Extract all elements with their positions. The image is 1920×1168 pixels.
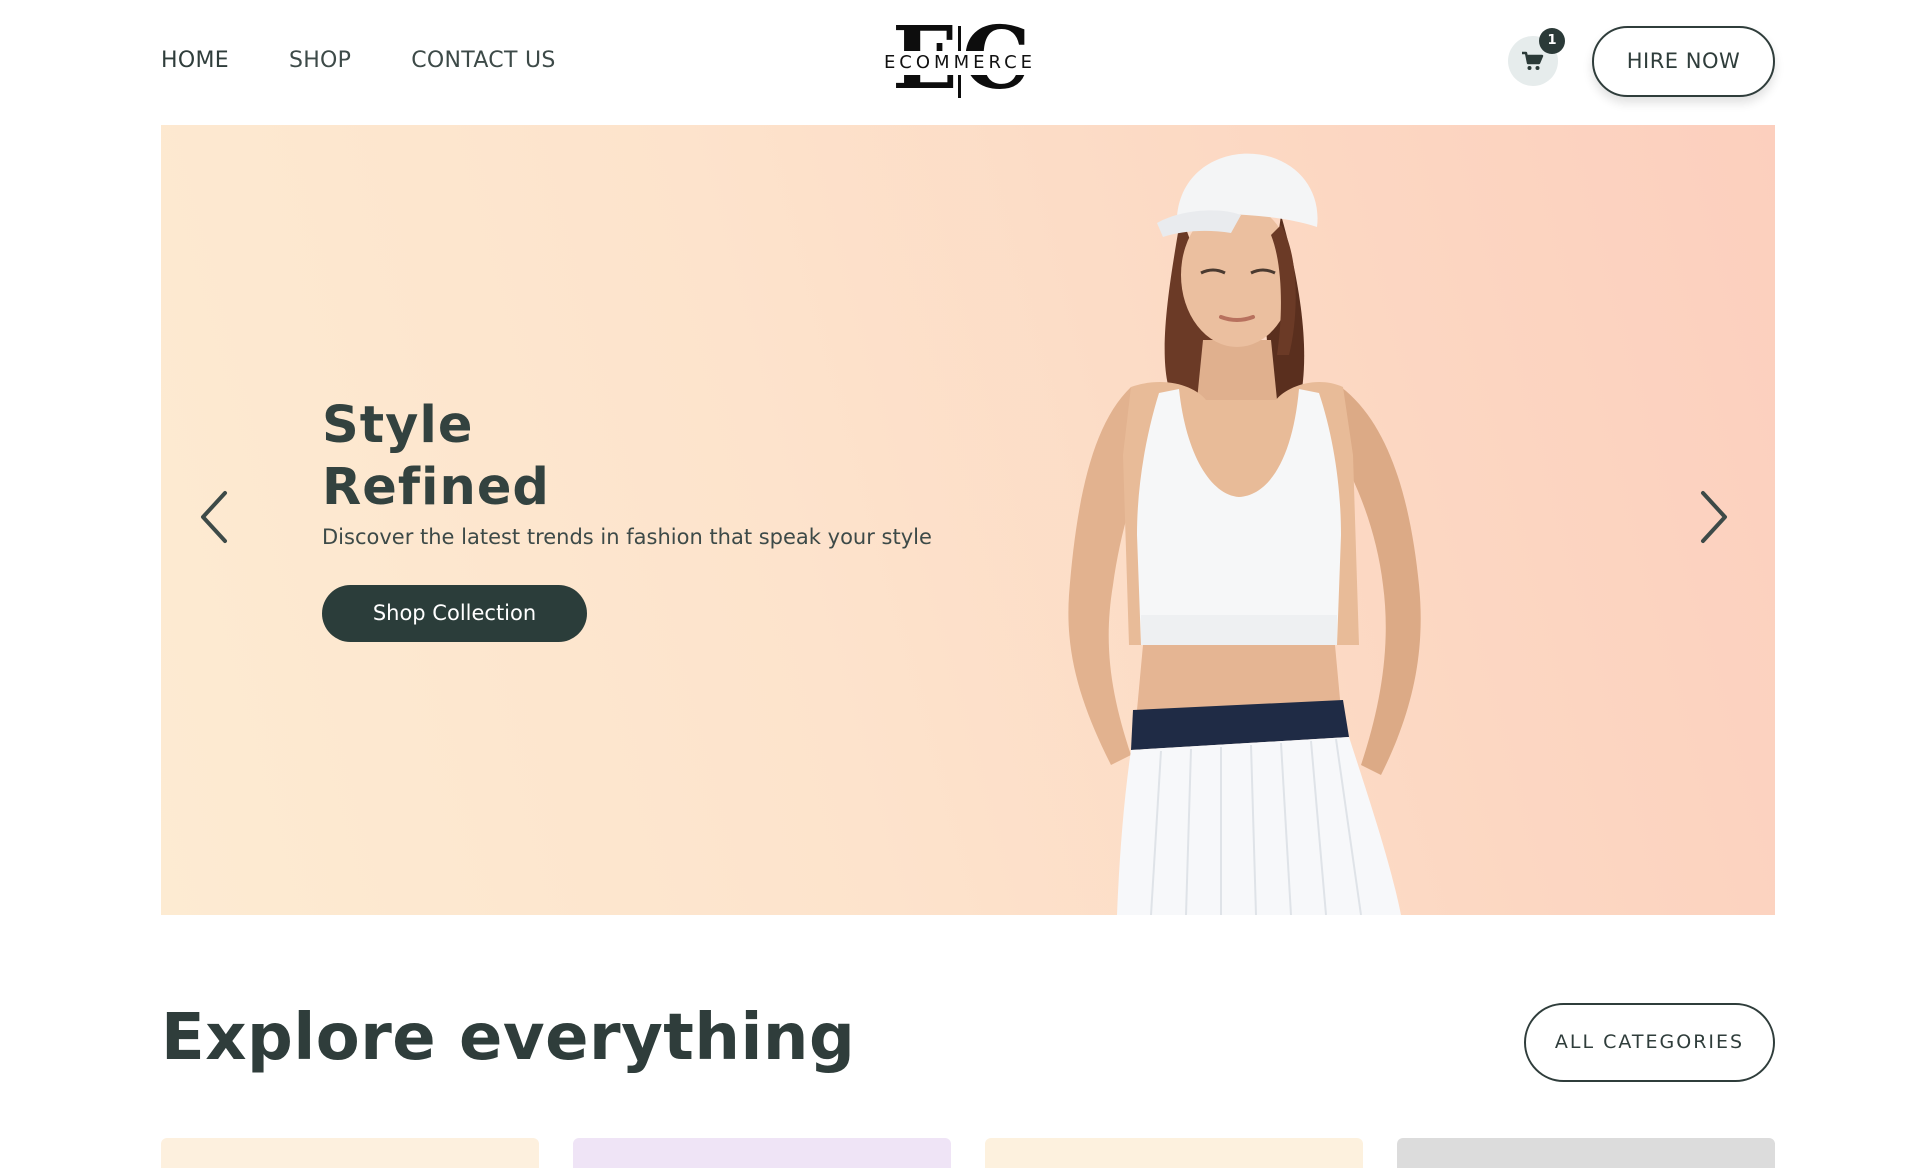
all-categories-button[interactable]: ALL CATEGORIES xyxy=(1524,1003,1775,1082)
main-nav: HOME SHOP CONTACT US xyxy=(161,46,556,76)
explore-section-title: Explore everything xyxy=(161,1001,856,1075)
nav-home-link[interactable]: HOME xyxy=(161,46,229,76)
shop-collection-button[interactable]: Shop Collection xyxy=(322,585,587,642)
carousel-next-button[interactable] xyxy=(1693,487,1733,547)
site-header: HOME SHOP CONTACT US E C ECOMMERCE 1 HIR… xyxy=(0,0,1920,124)
hero-subtitle: Discover the latest trends in fashion th… xyxy=(322,525,932,549)
chevron-left-icon xyxy=(201,491,227,543)
nav-shop-link[interactable]: SHOP xyxy=(289,46,351,76)
hero-banner: Style Refined Discover the latest trends… xyxy=(161,125,1775,915)
cart-count-badge: 1 xyxy=(1539,28,1565,54)
brand-logo[interactable]: E C ECOMMERCE xyxy=(880,14,1040,104)
hire-now-button[interactable]: HIRE NOW xyxy=(1592,26,1775,97)
category-card[interactable] xyxy=(161,1138,539,1168)
logo-wordmark: ECOMMERCE xyxy=(880,51,1040,75)
category-card[interactable] xyxy=(985,1138,1363,1168)
category-card[interactable] xyxy=(1397,1138,1775,1168)
hero-title: Style Refined xyxy=(322,395,550,519)
cart-button[interactable]: 1 xyxy=(1508,28,1565,86)
hero-title-line-2: Refined xyxy=(322,458,550,517)
chevron-right-icon xyxy=(1701,491,1727,543)
shopping-cart-icon xyxy=(1522,51,1544,70)
nav-contact-link[interactable]: CONTACT US xyxy=(411,46,555,76)
carousel-prev-button[interactable] xyxy=(195,487,235,547)
hero-title-line-1: Style xyxy=(322,396,474,455)
hero-model-image xyxy=(1068,153,1421,915)
category-card[interactable] xyxy=(573,1138,951,1168)
